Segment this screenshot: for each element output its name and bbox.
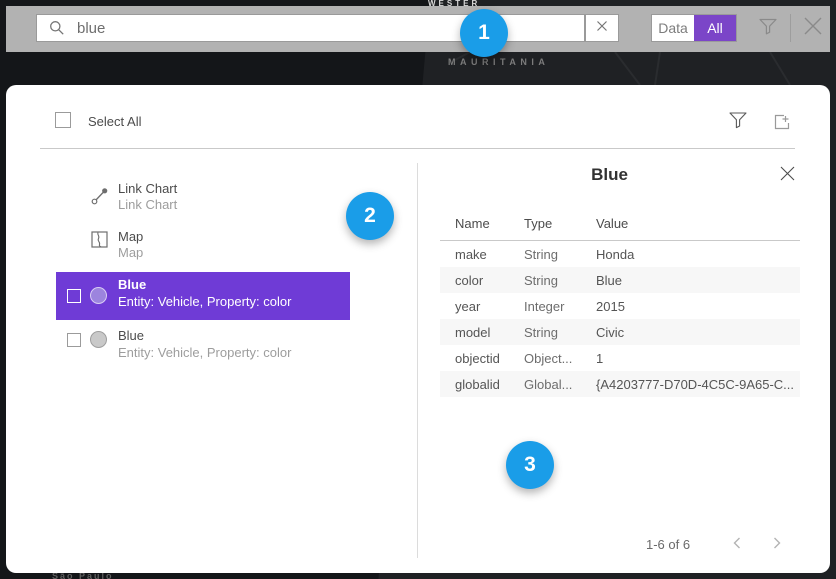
table-row: globalid Global... {A4203777-D70D-4C5C-9… [440, 371, 800, 397]
filter-funnel-icon [758, 16, 778, 41]
pagination-next-button[interactable] [767, 535, 787, 555]
chevron-left-icon [732, 536, 742, 555]
result-subtitle: Link Chart [118, 197, 177, 212]
select-all-label: Select All [88, 114, 141, 129]
attr-value: 1 [596, 351, 800, 366]
add-to-selection-button[interactable] [770, 112, 794, 136]
chevron-right-icon [772, 536, 782, 555]
attr-type: String [524, 325, 596, 340]
scope-option-data[interactable]: Data [652, 15, 694, 41]
attr-name: model [440, 325, 524, 340]
annotation-callout-3: 3 [506, 441, 554, 489]
column-header-name: Name [440, 216, 524, 231]
attr-value: Civic [596, 325, 800, 340]
table-row: make String Honda [440, 241, 800, 267]
search-scope-toggle: Data All [651, 14, 737, 42]
column-header-type: Type [524, 216, 596, 231]
attr-name: make [440, 247, 524, 262]
search-toolbar: Data All [6, 6, 830, 52]
panel-header-divider [40, 148, 795, 149]
close-x-icon [779, 165, 796, 187]
attribute-table: make String Honda color String Blue year… [440, 241, 800, 397]
attr-name: color [440, 273, 524, 288]
table-row: year Integer 2015 [440, 293, 800, 319]
attr-value: Blue [596, 273, 800, 288]
pagination-prev-button[interactable] [727, 535, 747, 555]
attr-name: objectid [440, 351, 524, 366]
result-title: Link Chart [118, 181, 177, 196]
close-x-icon [802, 15, 824, 42]
square-plus-icon [772, 112, 792, 137]
clear-search-button[interactable] [585, 14, 619, 42]
toolbar-divider [790, 14, 791, 42]
circle-swatch-icon [90, 331, 107, 348]
search-results-panel: Select All [6, 85, 830, 573]
attr-type: String [524, 273, 596, 288]
clear-x-icon [596, 19, 608, 37]
result-subtitle: Entity: Vehicle, Property: color [118, 345, 291, 360]
result-checkbox[interactable] [67, 333, 81, 347]
circle-swatch-icon [90, 287, 107, 304]
attribute-table-header: Name Type Value [440, 216, 800, 231]
attr-name: globalid [440, 377, 524, 392]
result-title: Blue [118, 277, 146, 292]
annotation-callout-1: 1 [460, 9, 508, 57]
annotation-callout-2: 2 [346, 192, 394, 240]
panel-filter-button[interactable] [726, 110, 750, 134]
map-label-mauritania: MAURITANIA [448, 57, 549, 67]
column-header-value: Value [596, 216, 800, 231]
map-icon [90, 230, 109, 249]
attr-type: Object... [524, 351, 596, 366]
attr-type: String [524, 247, 596, 262]
select-all-checkbox[interactable] [55, 112, 71, 128]
attr-value: {A4203777-D70D-4C5C-9A65-C... [596, 377, 800, 392]
toolbar-filter-button[interactable] [754, 14, 782, 42]
result-checkbox[interactable] [67, 289, 81, 303]
result-item-blue-selected[interactable]: Blue Entity: Vehicle, Property: color [56, 272, 350, 320]
list-detail-divider [417, 163, 418, 558]
attr-value: 2015 [596, 299, 800, 314]
result-subtitle: Entity: Vehicle, Property: color [118, 294, 291, 309]
detail-close-button[interactable] [776, 165, 798, 187]
table-row: color String Blue [440, 267, 800, 293]
attr-type: Integer [524, 299, 596, 314]
table-row: objectid Object... 1 [440, 345, 800, 371]
attr-name: year [440, 299, 524, 314]
filter-funnel-icon [728, 110, 748, 135]
attr-value: Honda [596, 247, 800, 262]
toolbar-close-button[interactable] [799, 14, 827, 42]
search-icon [49, 20, 65, 36]
result-title: Blue [118, 328, 144, 343]
scope-option-all[interactable]: All [694, 15, 736, 41]
app-window: WESTER MAURITANIA São Paulo Data All [0, 0, 836, 579]
result-subtitle: Map [118, 245, 143, 260]
attr-type: Global... [524, 377, 596, 392]
result-title: Map [118, 229, 143, 244]
result-item-blue[interactable]: Blue Entity: Vehicle, Property: color [56, 320, 350, 368]
pagination-label: 1-6 of 6 [646, 537, 690, 552]
table-row: model String Civic [440, 319, 800, 345]
detail-title: Blue [417, 165, 802, 185]
link-chart-icon [90, 186, 110, 206]
search-input[interactable] [77, 20, 517, 37]
